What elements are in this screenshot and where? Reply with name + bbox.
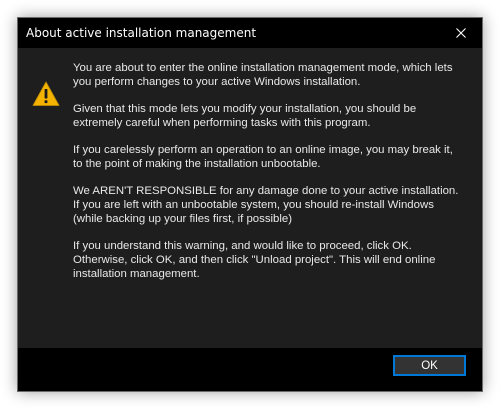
- close-icon: [456, 28, 466, 38]
- dialog-content: You are about to enter the online instal…: [18, 48, 482, 348]
- message-paragraph-1: You are about to enter the online instal…: [73, 62, 453, 88]
- warning-icon: [32, 81, 60, 106]
- button-bar: OK: [18, 348, 482, 391]
- dialog-title: About active installation management: [26, 26, 257, 40]
- about-dialog: About active installation management You…: [17, 17, 483, 392]
- message-paragraph-5: If you understand this warning, and woul…: [73, 240, 436, 280]
- ok-button[interactable]: OK: [393, 355, 466, 376]
- warning-message: You are about to enter the online instal…: [73, 61, 465, 294]
- message-paragraph-4: We AREN'T RESPONSIBLE for any damage don…: [73, 185, 459, 225]
- message-paragraph-2: Given that this mode lets you modify you…: [73, 103, 417, 129]
- message-paragraph-3: If you carelessly perform an operation t…: [73, 144, 453, 170]
- close-button[interactable]: [440, 18, 482, 48]
- title-bar[interactable]: About active installation management: [18, 18, 482, 48]
